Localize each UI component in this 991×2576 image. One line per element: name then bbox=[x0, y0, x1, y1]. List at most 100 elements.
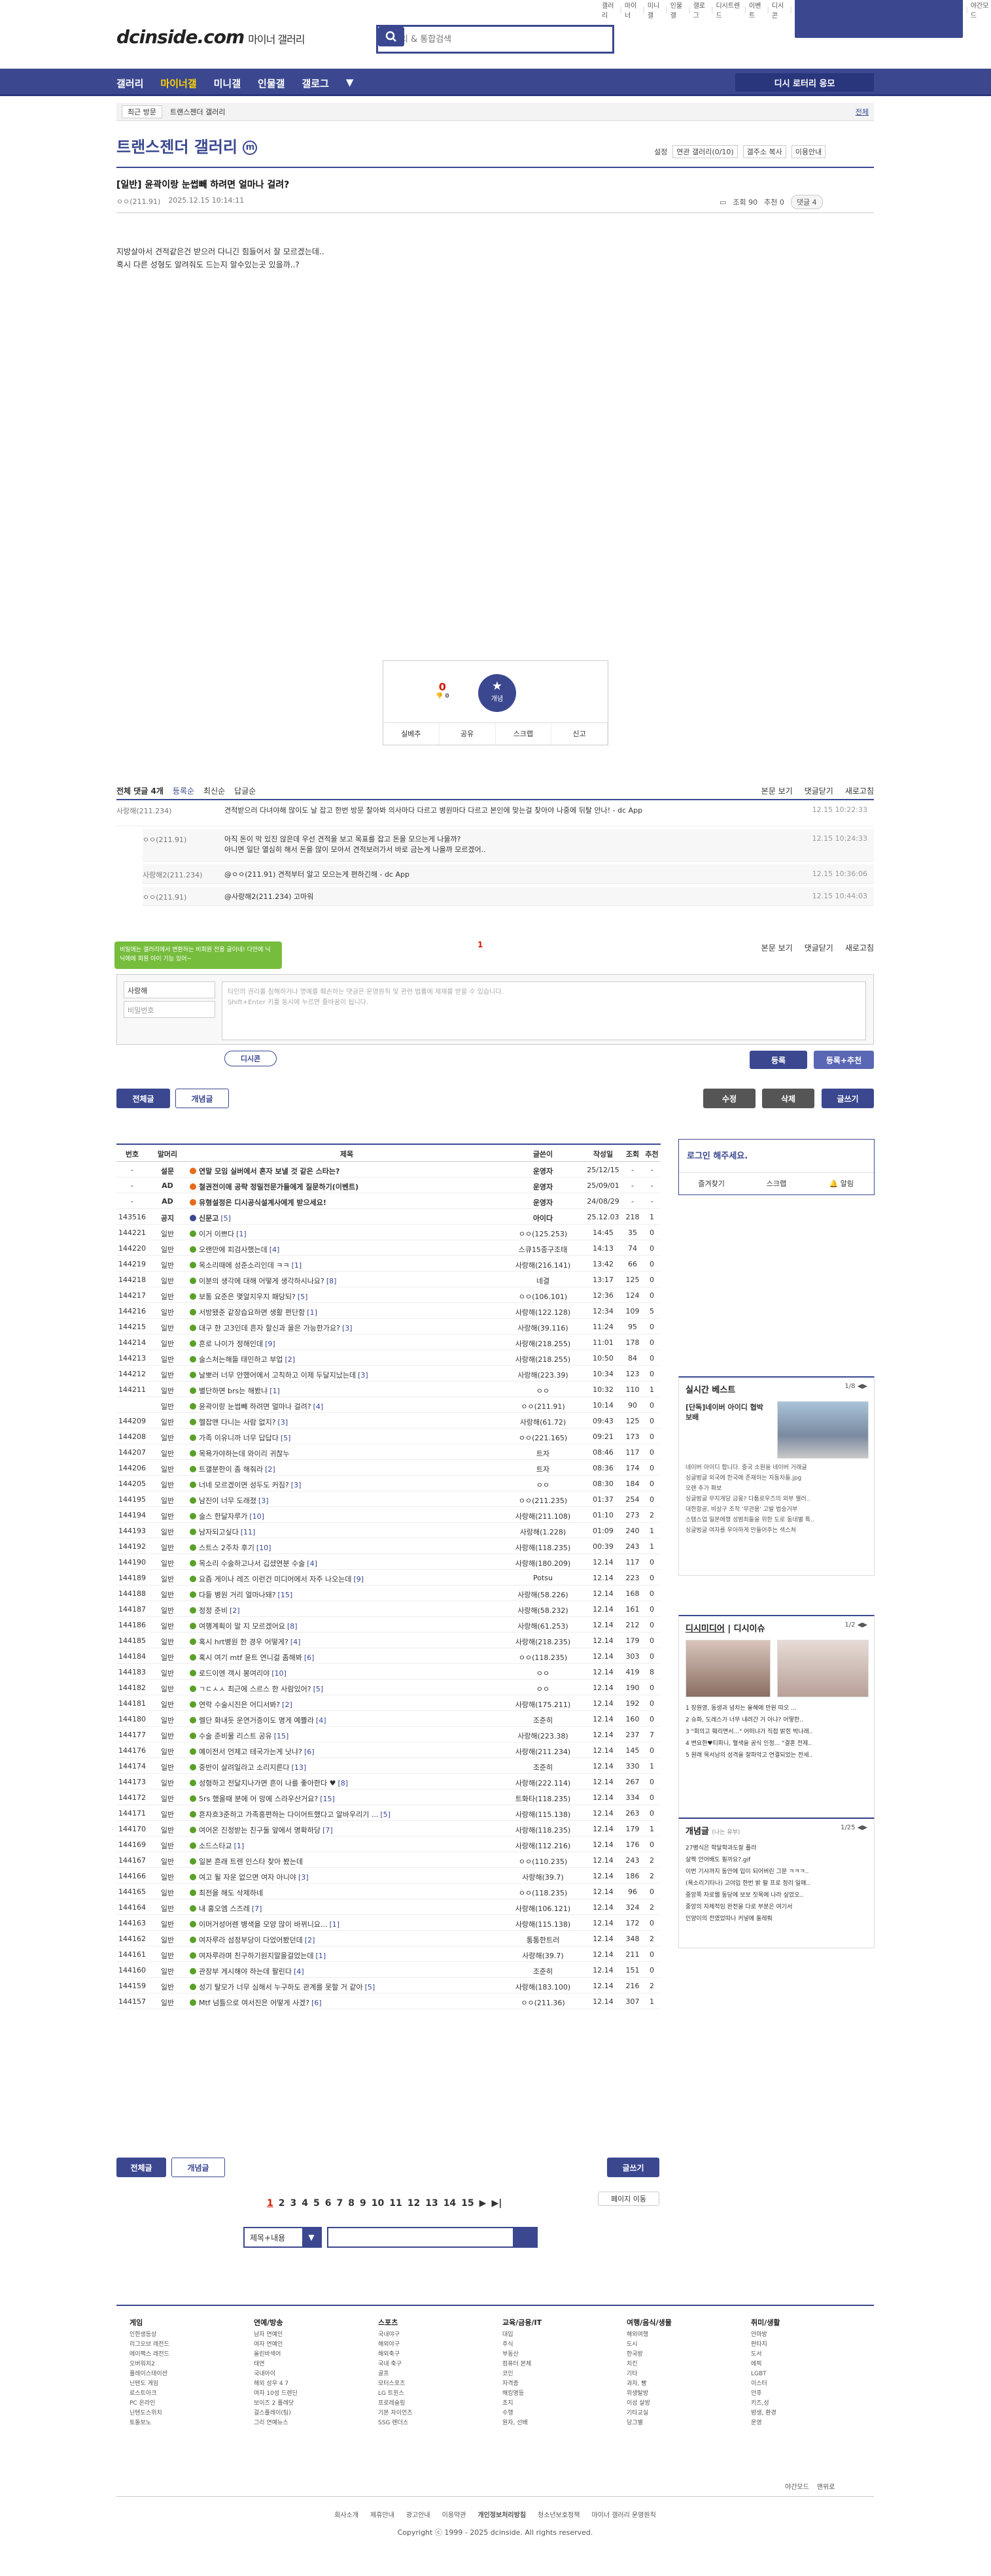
post-title-link[interactable]: 술스 한달자루가 bbox=[199, 1512, 247, 1521]
view-post-2[interactable]: 본문 보기 bbox=[761, 942, 793, 953]
cell-c4[interactable]: 사랑해(115.138) bbox=[502, 1809, 583, 1820]
page-link[interactable]: 12 bbox=[408, 2198, 420, 2209]
scrap-button[interactable]: 스크랩 bbox=[496, 723, 552, 745]
best-item[interactable]: 스탬스업 일본에행 성범죄들을 위한 도로 동네별 특.. bbox=[686, 1515, 869, 1525]
cell-c4[interactable]: 사랑해(183.100) bbox=[502, 1982, 583, 1992]
cell-c4[interactable]: 운영자 bbox=[502, 1166, 583, 1176]
table-row[interactable]: 144212 일반 날뽀러 너무 안했어에서 고칙하고 이제 두달지났는데 [3] 사랑… bbox=[116, 1366, 661, 1381]
footer-link[interactable]: 밤생, 환경 bbox=[751, 2409, 780, 2418]
footer-link[interactable]: 치킨 bbox=[627, 2360, 672, 2369]
table-row[interactable]: 144194 일반 술스 한달자루가 [10] 사랑해(211.108) 01:10 273… bbox=[116, 1507, 661, 1523]
chevron-down-icon[interactable]: ▼ bbox=[346, 76, 354, 90]
table-row[interactable]: 144217 일반 보통 요준은 몇알지우지 패당되? [5] ㅇㅇ(106.101) 1… bbox=[116, 1287, 661, 1303]
cell-c4[interactable]: 스큐15종구조태 bbox=[502, 1244, 583, 1255]
topnav-item[interactable]: 야간모드 bbox=[971, 0, 991, 20]
footer-column-title[interactable]: 게임 bbox=[130, 2318, 169, 2328]
post-title-link[interactable]: 예이전서 언제고 테국가는게 낫냐? bbox=[199, 1748, 302, 1756]
refresh-comments[interactable]: 새로고침 bbox=[845, 785, 874, 796]
cell-c4[interactable]: 사랑해(58.232) bbox=[502, 1605, 583, 1616]
cell-c3[interactable]: 너네 모르겠이면 성두도 커짐? [3] bbox=[190, 1480, 504, 1490]
cell-c4[interactable]: 사랑해(106.121) bbox=[502, 1903, 583, 1914]
reply-count[interactable]: [1] bbox=[269, 1387, 280, 1395]
best-item[interactable]: 싱글벙글 여자를 우아하게 만들어주는 색스쳐 bbox=[686, 1525, 869, 1536]
post-title-link[interactable]: 철권전이에 공략 정밀전문가들에게 질문하기(이벤트) bbox=[199, 1183, 358, 1191]
favorites-button[interactable]: 즐겨찾기 bbox=[679, 1173, 744, 1195]
cell-c4[interactable]: 사랑해(218.235) bbox=[502, 1636, 583, 1647]
dccon-button[interactable]: 디시콘 bbox=[224, 1051, 277, 1066]
sort-latest[interactable]: 최신순 bbox=[203, 785, 225, 796]
table-row[interactable]: 144205 일반 너네 모르겠이면 성두도 커짐? [3] ㅇㅇ 08:30 184 0 bbox=[116, 1476, 661, 1491]
page-link[interactable]: 13 bbox=[425, 2198, 438, 2209]
gallery-title[interactable]: 트랜스젠더 갤러리 m bbox=[116, 134, 258, 157]
table-row[interactable]: 144215 일반 대구 한 고3인데 흔자 할신과 을은 가능한가요? [3] 사랑해… bbox=[116, 1319, 661, 1334]
concept-item[interactable]: 27병식은 학달학과도잘 플라 bbox=[686, 1842, 869, 1854]
reply-count[interactable]: [1] bbox=[292, 1261, 302, 1270]
cell-c3[interactable]: 정정 준비 [2] bbox=[190, 1605, 504, 1616]
reply-count[interactable]: [1] bbox=[316, 1952, 326, 1960]
comment-writer[interactable]: ㅇㅇ(211.91) bbox=[143, 834, 186, 845]
submit-rec-button[interactable]: 등록+추천 bbox=[814, 1051, 874, 1069]
table-row[interactable]: 144171 일반 흔자흐3준하고 가족흥편하는 다이어트했다고 알바우리기 ...… bbox=[116, 1805, 661, 1821]
table-row[interactable]: 144211 일반 별단하면 brs는 해봤냐 [1] ㅇㅇ 10:32 110 1 bbox=[116, 1381, 661, 1397]
cell-c3[interactable]: 연락 수술시진은 어디서봐? [2] bbox=[190, 1699, 504, 1710]
table-row[interactable]: 144208 일반 가족 이유니까 너무 답답다 [5] ㅇㅇ(221.165) 09:2… bbox=[116, 1429, 661, 1444]
footer-link[interactable]: 플레이스테이션 bbox=[130, 2369, 169, 2379]
reply-count[interactable]: [4] bbox=[307, 1559, 317, 1568]
sort-registered[interactable]: 등록순 bbox=[173, 785, 194, 796]
reply-count[interactable]: [2] bbox=[305, 1936, 315, 1944]
cell-c4[interactable]: ㅇㅇ(118.235) bbox=[502, 1888, 583, 1898]
page-link[interactable]: ▶| bbox=[491, 2198, 502, 2209]
reply-count[interactable]: [5] bbox=[281, 1434, 291, 1442]
cell-c4[interactable]: 조준히 bbox=[502, 1762, 583, 1772]
cell-c4[interactable]: 사랑해(211.108) bbox=[502, 1511, 583, 1521]
breadcrumb-gallery[interactable]: 트랜스젠더 갤러리 bbox=[170, 107, 225, 117]
reply-count[interactable]: [6] bbox=[304, 1653, 315, 1662]
footer-link[interactable]: 골프 bbox=[378, 2369, 413, 2379]
post-title-link[interactable]: 목욕가야하는데 와이리 귀찮누 bbox=[199, 1449, 290, 1458]
cell-c3[interactable]: Mtf 넘틀으로 여서진은 어떻게 사겠? [6] bbox=[190, 1997, 504, 2008]
reply-count[interactable]: [10] bbox=[256, 1544, 271, 1552]
footer-link[interactable]: 국내야구 bbox=[378, 2330, 413, 2340]
reply-count[interactable]: [3] bbox=[278, 1418, 288, 1427]
cell-c4[interactable]: 운영자 bbox=[502, 1197, 583, 1208]
cell-c3[interactable]: 이거 이쁘다 [1] bbox=[190, 1229, 504, 1239]
site-logo[interactable]: dcinside.com 마이너 갤러리 bbox=[116, 26, 305, 48]
post-title-link[interactable]: 연락 수술시진은 어디서봐? bbox=[199, 1701, 280, 1709]
table-row[interactable]: 144220 일반 오랜만에 피검사했는데 [4] 스큐15종구조태 14:13 74 0 bbox=[116, 1240, 661, 1256]
post-title-link[interactable]: 요즘 게이나 레즈 이런건 미디어에서 자주 나오는데 bbox=[199, 1575, 352, 1584]
page-link[interactable]: 5 bbox=[313, 2198, 320, 2209]
submit-comment-button[interactable]: 등록 bbox=[750, 1051, 807, 1069]
recent-visit-button[interactable]: 최근 방문 bbox=[122, 105, 162, 118]
post-title-link[interactable]: 흔자흐3준하고 가족흥편하는 다이어트했다고 알바우리기 ... bbox=[199, 1810, 378, 1819]
post-title-link[interactable]: 혹시 여기 mtf 윤트 연니걸 좀해봐 bbox=[199, 1653, 302, 1662]
cell-c3[interactable]: 여자루라며 친구하기원지말을걸었는데 [1] bbox=[190, 1950, 504, 1961]
cell-c4[interactable]: 운영자 bbox=[502, 1181, 583, 1192]
cell-c4[interactable]: 사랑해(118.235) bbox=[502, 1825, 583, 1835]
concept-item[interactable]: 중앙의 자체적임 완전을 다로 부분은 여기서 bbox=[686, 1901, 869, 1913]
cell-c4[interactable]: 조준히 bbox=[502, 1966, 583, 1976]
dc-item[interactable]: 2 슈화, 도레스가 너무 내려간 거 아냐? 어떻한.. bbox=[686, 1714, 869, 1726]
cell-c3[interactable]: 수술 준비물 리스트 공유 [15] bbox=[190, 1731, 504, 1741]
page-link[interactable]: 8 bbox=[348, 2198, 355, 2209]
reply-count[interactable]: [1] bbox=[330, 1920, 340, 1929]
post-title-link[interactable]: 목소리 수술하고나서 깁셨연분 수술 bbox=[199, 1559, 305, 1568]
cell-c4[interactable]: 사랑해(211.234) bbox=[502, 1746, 583, 1757]
dc-item[interactable]: 3 "회의고 훼리면서..." 어떠냐가 직접 밝힌 박나래.. bbox=[686, 1726, 869, 1738]
cell-c4[interactable]: 사랑해(222.114) bbox=[502, 1778, 583, 1788]
reply-count[interactable]: [10] bbox=[271, 1669, 287, 1678]
table-row[interactable]: 144165 일반 최전을 해도 삭제하네 ㅇㅇ(118.235) 12.14 96 0 bbox=[116, 1884, 661, 1899]
cell-c4[interactable]: 사랑해(39.116) bbox=[502, 1323, 583, 1333]
table-row[interactable]: 143516 공지 신문고 [5] 아이다 25.12.03 218 1 bbox=[116, 1209, 661, 1225]
post-title-link[interactable]: 정정 준비 bbox=[199, 1606, 228, 1615]
table-row[interactable]: 144183 일반 로드이엔 객시 봉여리야 [10] ㅇㅇ 12.14 419 8 bbox=[116, 1664, 661, 1680]
post-title-link[interactable]: 여고 될 자운 없으면 여자 아니야 bbox=[199, 1873, 296, 1882]
cell-c3[interactable]: 내 홍오엠 스즈레 [7] bbox=[190, 1903, 504, 1914]
cell-c3[interactable]: 보통 요준은 몇알지우지 패당되? [5] bbox=[190, 1291, 504, 1302]
cell-c3[interactable]: 5rs 했을때 분에 어 망에 스라우산거요? [15] bbox=[190, 1793, 504, 1804]
cell-c3[interactable]: 신문고 [5] bbox=[190, 1213, 504, 1223]
go-top-link[interactable]: 맨위로 bbox=[817, 2481, 835, 2491]
table-row[interactable]: 144166 일반 여고 될 자운 없으면 여자 아니야 [3] 사랑해(39.7) 12… bbox=[116, 1868, 661, 1884]
lottery-button[interactable]: 디시 로터리 응모 bbox=[735, 73, 874, 92]
table-row[interactable]: 144176 일반 예이전서 언제고 테국가는게 낫냐? [6] 사랑해(211.234… bbox=[116, 1742, 661, 1758]
concept-posts-tab-bottom[interactable]: 개념글 bbox=[171, 2158, 225, 2177]
